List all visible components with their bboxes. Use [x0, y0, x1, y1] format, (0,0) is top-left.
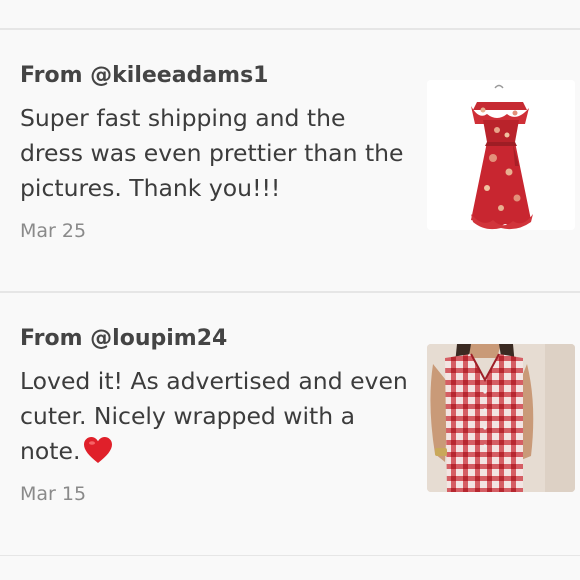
review-message-container: Loved it! As advertised and even cuter. … — [20, 364, 415, 474]
review-date: Mar 15 — [20, 483, 87, 505]
heart-icon — [83, 436, 113, 474]
review-message: Super fast shipping and the dress was ev… — [20, 104, 404, 202]
review-thumbnail[interactable] — [427, 80, 575, 230]
review-card[interactable]: From @kileeadams1 Super fast shipping an… — [0, 30, 580, 290]
next-card-top — [0, 556, 580, 580]
review-author[interactable]: From @loupim24 — [20, 326, 227, 351]
review-message: Loved it! As advertised and even cuter. … — [20, 367, 408, 465]
previous-card-bottom — [0, 0, 580, 28]
red-floral-dress-image — [427, 80, 575, 230]
review-card[interactable]: From @loupim24 Loved it! As advertised a… — [0, 293, 580, 555]
review-date: Mar 25 — [20, 220, 87, 242]
red-gingham-dress-image — [427, 344, 575, 492]
review-author[interactable]: From @kileeadams1 — [20, 63, 269, 88]
review-thumbnail[interactable] — [427, 344, 575, 492]
